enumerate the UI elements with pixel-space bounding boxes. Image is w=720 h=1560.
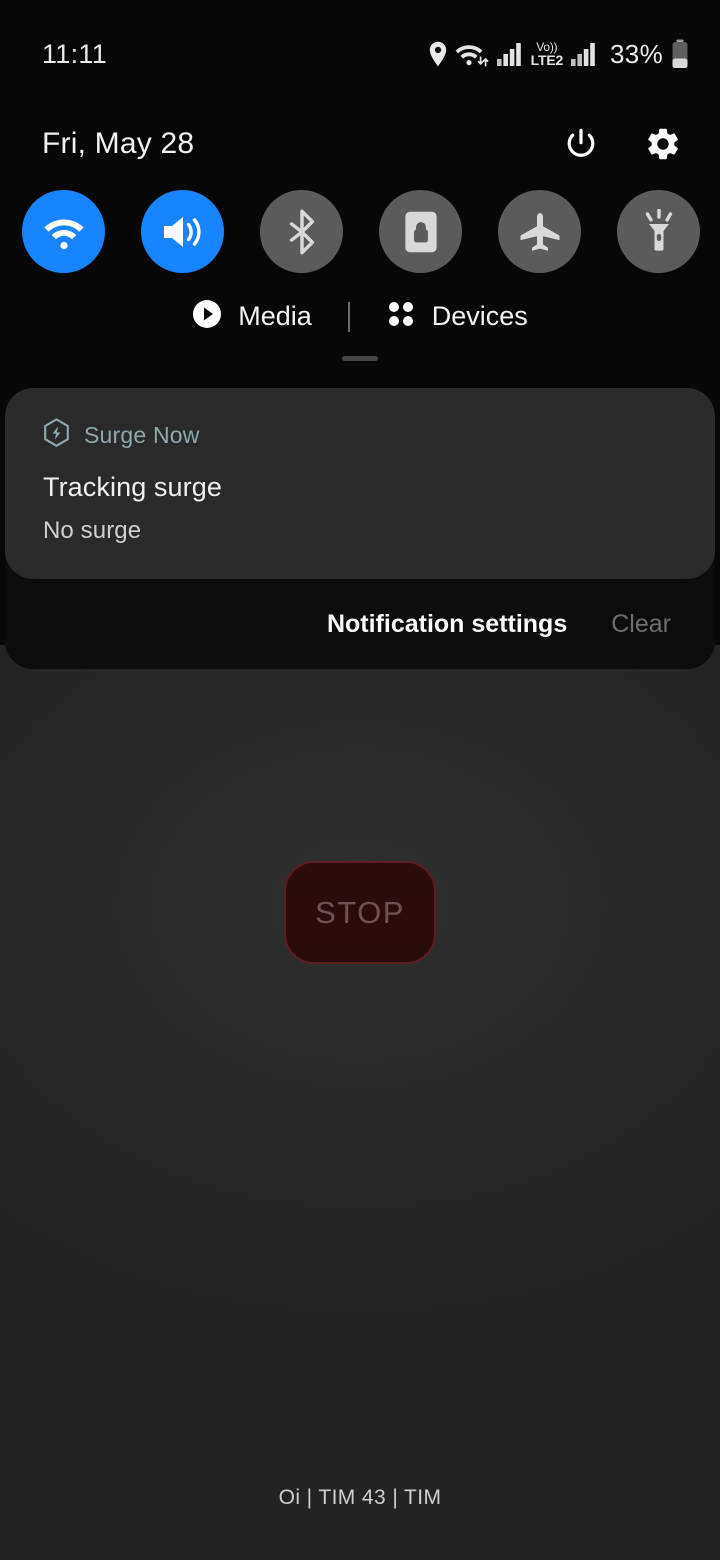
devices-grid-icon [386, 299, 416, 334]
airplane-icon [518, 211, 562, 253]
battery-icon [670, 39, 690, 69]
battery-percent-label: 33% [610, 38, 663, 69]
devices-label: Devices [431, 301, 528, 331]
bluetooth-icon [282, 209, 322, 255]
signal-bars-sim1-icon [496, 41, 524, 67]
wifi-icon [41, 213, 87, 251]
flashlight-icon [638, 208, 680, 255]
quick-toggle-wifi[interactable] [22, 190, 105, 273]
notification-surge-now[interactable]: Surge Now Tracking surge No surge [5, 388, 715, 579]
power-icon[interactable] [560, 123, 602, 165]
notification-settings-button[interactable]: Notification settings [327, 610, 567, 639]
play-circle-icon [192, 299, 222, 334]
carrier-text: Oi | TIM 43 | TIM [278, 1486, 442, 1509]
clear-notifications-button[interactable]: Clear [611, 610, 671, 639]
status-bar: 11:11 Vo)) LTE2 33% [0, 0, 720, 108]
notification-header: Surge Now [43, 418, 681, 453]
quick-settings-toggles [0, 180, 720, 273]
quick-toggle-bluetooth[interactable] [260, 190, 343, 273]
quick-toggle-sound[interactable] [141, 190, 224, 273]
wifi-data-icon [455, 41, 489, 68]
volte-lte2-icon: Vo)) LTE2 [530, 41, 564, 68]
gear-icon[interactable] [642, 123, 684, 165]
media-devices-row: Media Devices [0, 299, 720, 334]
shade-date-row: Fri, May 28 [0, 108, 720, 180]
location-icon [428, 41, 448, 67]
status-icons: Vo)) LTE2 33% [428, 39, 690, 70]
notification-group: Surge Now Tracking surge No surge Notifi… [5, 388, 715, 669]
signal-bars-sim2-icon [570, 41, 598, 67]
date-label: Fri, May 28 [42, 127, 195, 160]
notification-title: Tracking surge [43, 472, 222, 502]
screen-rotation-lock-icon [403, 210, 439, 254]
notification-footer: Notification settings Clear [5, 579, 715, 669]
surge-now-app-icon [43, 418, 70, 453]
volte-bottom-label: LTE2 [530, 52, 564, 68]
stop-button-label: STOP [315, 894, 405, 930]
shade-drag-handle[interactable] [342, 356, 378, 361]
volume-icon [160, 211, 206, 253]
phone-screen: STOP Oi | TIM 43 | TIM 11:11 Vo)) LTE2 3… [0, 0, 720, 1560]
media-button[interactable]: Media [192, 299, 312, 334]
stop-button[interactable]: STOP [284, 861, 436, 964]
quick-toggle-auto-rotate[interactable] [379, 190, 462, 273]
notification-app-name: Surge Now [84, 422, 200, 448]
shade-header-actions [560, 123, 684, 165]
devices-button[interactable]: Devices [386, 299, 528, 334]
media-label: Media [238, 301, 312, 331]
media-devices-divider [347, 301, 350, 332]
quick-toggle-airplane-mode[interactable] [498, 190, 581, 273]
status-clock: 11:11 [42, 38, 108, 69]
notification-body: No surge [43, 517, 142, 544]
quick-toggle-flashlight[interactable] [617, 190, 700, 273]
